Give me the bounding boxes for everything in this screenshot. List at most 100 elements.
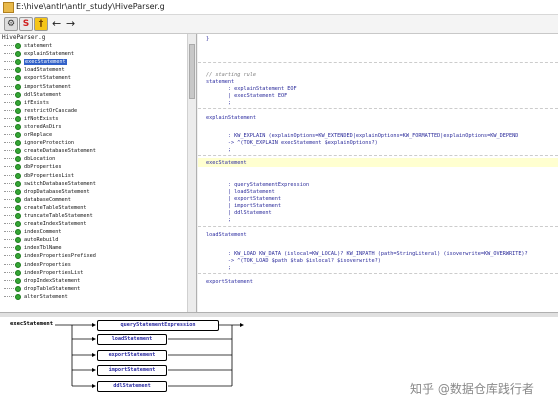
- toolbar: ⚙ S † ← →: [0, 15, 558, 34]
- scrollbar-thumb[interactable]: [189, 44, 195, 99]
- rule-list-item[interactable]: dbProperties: [0, 163, 96, 171]
- rule-list-item[interactable]: ifExists: [0, 99, 96, 107]
- rule-list-item[interactable]: restrictOrCascade: [0, 107, 96, 115]
- rule-label: indexTblName: [24, 245, 62, 252]
- rule-list-item[interactable]: dbPropertiesList: [0, 172, 96, 180]
- s-button[interactable]: S: [19, 17, 33, 31]
- rule-list-item[interactable]: dropDatabaseStatement: [0, 188, 96, 196]
- rule-label: dbLocation: [24, 156, 56, 163]
- rule-list-item[interactable]: storedAsDirs: [0, 123, 96, 131]
- rule-icon: [15, 269, 21, 276]
- rule-name-execStatement[interactable]: execStatement: [206, 160, 247, 167]
- rule-list-item[interactable]: createIndexStatement: [0, 220, 96, 228]
- rule-name-explainStatement[interactable]: explainStatement: [206, 115, 256, 122]
- rule-label: databaseComment: [24, 196, 71, 203]
- tree-connector: [4, 255, 14, 257]
- syntax-alt-ddlStatement[interactable]: ddlStatement: [97, 381, 167, 392]
- rule-label: ddlStatement: [24, 91, 62, 98]
- rule-icon: [15, 285, 21, 292]
- rule-list-item[interactable]: ddlStatement: [0, 91, 96, 99]
- rule-icon: [15, 75, 21, 82]
- window-title: E:\hive\antlr\antlr_study\HiveParser.g: [16, 2, 165, 11]
- rule-list-item[interactable]: indexTblName: [0, 244, 96, 252]
- grammar-editor[interactable]: } // starting rule statement : explainSt…: [198, 34, 558, 312]
- rule-label: ifExists: [24, 99, 49, 106]
- rule-list-item[interactable]: statement: [0, 42, 96, 50]
- divider: [198, 273, 558, 274]
- rule-icon: [15, 204, 21, 211]
- rule-name-statement[interactable]: statement: [206, 79, 234, 86]
- code-line: : KW_EXPLAIN (explainOptions=KW_EXTENDED…: [206, 133, 519, 139]
- rule-icon: [15, 253, 21, 260]
- rule-icon: [15, 229, 21, 236]
- rule-label: createDatabaseStatement: [24, 148, 96, 155]
- rule-label: execStatement: [24, 59, 67, 66]
- rule-list-item[interactable]: ifNotExists: [0, 115, 96, 123]
- rule-list: statement explainStatement execStatement lo…: [0, 42, 96, 301]
- rule-list-item[interactable]: orReplace: [0, 131, 96, 139]
- syntax-diagram-panel: execStatement queryStatementExpression l…: [0, 317, 558, 415]
- rule-icon: [15, 115, 21, 122]
- settings-gear-icon[interactable]: ⚙: [4, 17, 18, 31]
- rule-list-item[interactable]: switchDatabaseStatement: [0, 180, 96, 188]
- rule-list-item[interactable]: createDatabaseStatement: [0, 147, 96, 155]
- app-icon: [3, 2, 14, 13]
- syntax-alt-loadStatement[interactable]: loadStatement: [97, 334, 167, 345]
- navigator-scrollbar[interactable]: [187, 34, 196, 312]
- dagger-button[interactable]: †: [34, 17, 48, 31]
- rule-label: alterStatement: [24, 293, 68, 300]
- rule-icon: [15, 107, 21, 114]
- rule-list-item[interactable]: execStatement: [0, 58, 96, 66]
- tree-connector: [4, 53, 14, 55]
- rule-label: switchDatabaseStatement: [24, 180, 96, 187]
- rule-list-item[interactable]: indexComment: [0, 228, 96, 236]
- syntax-alt-queryStatementExpression[interactable]: queryStatementExpression: [97, 320, 219, 331]
- tree-connector: [4, 206, 14, 209]
- rule-icon: [15, 221, 21, 228]
- rule-list-item[interactable]: indexPropertiesPrefixed: [0, 252, 96, 260]
- syntax-alt-importStatement[interactable]: importStatement: [97, 365, 167, 376]
- rule-list-item[interactable]: indexPropertiesList: [0, 269, 96, 277]
- rule-list-item[interactable]: importStatement: [0, 82, 96, 90]
- rule-icon: [15, 164, 21, 171]
- rule-icon: [15, 172, 21, 179]
- rule-icon: [15, 148, 21, 155]
- rule-name-loadStatement[interactable]: loadStatement: [206, 232, 247, 239]
- rule-list-item[interactable]: autoRebuild: [0, 236, 96, 244]
- rule-list-item[interactable]: truncateTableStatement: [0, 212, 96, 220]
- rule-label: restrictOrCascade: [24, 107, 78, 114]
- code-comment: // starting rule: [206, 72, 256, 78]
- tree-connector: [4, 93, 14, 96]
- syntax-alt-exportStatement[interactable]: exportStatement: [97, 350, 167, 361]
- rule-navigator: HiveParser.g statement explainStatement ex…: [0, 34, 197, 312]
- tree-connector: [4, 85, 14, 88]
- rule-icon: [15, 245, 21, 252]
- rule-list-item[interactable]: exportStatement: [0, 74, 96, 82]
- rule-label: statement: [24, 43, 53, 50]
- rule-list-item[interactable]: dbLocation: [0, 155, 96, 163]
- forward-arrow-icon[interactable]: →: [66, 17, 75, 30]
- rule-list-item[interactable]: dropIndexStatement: [0, 277, 96, 285]
- rule-label: indexComment: [24, 229, 62, 236]
- back-arrow-icon[interactable]: ←: [52, 17, 61, 30]
- rule-list-item[interactable]: createTableStatement: [0, 204, 96, 212]
- code-line: | ddlStatement: [206, 210, 272, 216]
- rule-icon: [15, 99, 21, 106]
- rule-list-item[interactable]: databaseComment: [0, 196, 96, 204]
- rule-list-item[interactable]: indexProperties: [0, 261, 96, 269]
- rule-list-item[interactable]: alterStatement: [0, 293, 96, 301]
- rule-label: importStatement: [24, 83, 71, 90]
- tree-connector: [4, 158, 14, 160]
- syntax-diagram-lines: [55, 323, 244, 388]
- rule-label: indexPropertiesList: [24, 269, 84, 276]
- rule-list-item[interactable]: dropTableStatement: [0, 285, 96, 293]
- code-line: ;: [206, 100, 231, 106]
- rule-name-exportStatement[interactable]: exportStatement: [206, 279, 253, 286]
- rule-list-item[interactable]: loadStatement: [0, 66, 96, 74]
- rule-icon: [15, 59, 21, 66]
- rule-list-item[interactable]: ignoreProtection: [0, 139, 96, 147]
- rule-list-item[interactable]: explainStatement: [0, 50, 96, 58]
- tree-connector: [4, 77, 14, 79]
- code-line: | importStatement: [206, 203, 281, 209]
- rule-icon: [15, 293, 21, 300]
